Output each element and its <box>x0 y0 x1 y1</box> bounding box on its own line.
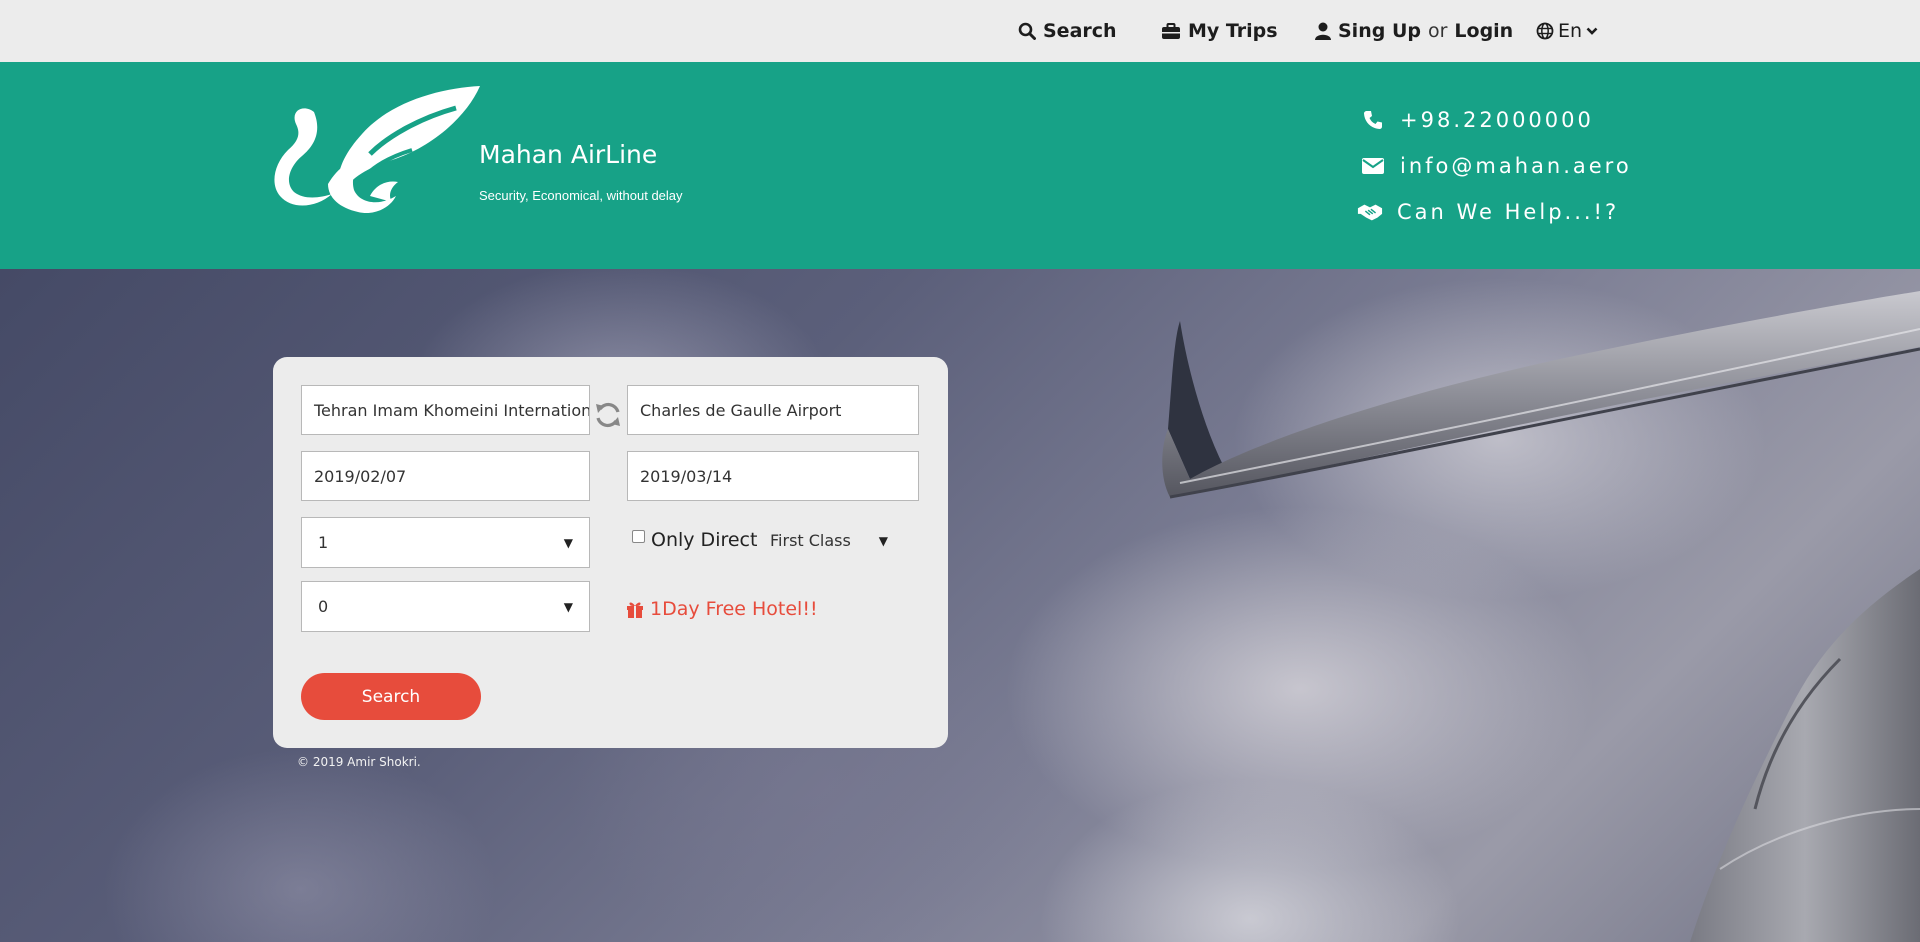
search-icon <box>1018 22 1036 40</box>
origin-value: Tehran Imam Khomeini International Airpo… <box>314 400 590 420</box>
nav-or-text: or <box>1427 20 1448 42</box>
nav-signup-label[interactable]: Sing Up <box>1338 20 1421 42</box>
globe-icon <box>1536 22 1554 40</box>
dropdown-arrow-icon: ▼ <box>563 535 573 550</box>
handshake-icon <box>1357 202 1383 222</box>
nav-search-link[interactable]: Search <box>1018 18 1117 44</box>
tagline: Security, Economical, without delay <box>479 188 683 203</box>
nav-account-link[interactable]: Sing Up or Login <box>1315 18 1513 44</box>
user-icon <box>1315 22 1331 40</box>
mahan-logo <box>274 86 480 214</box>
language-label: En <box>1558 20 1583 42</box>
nav-my-trips-link[interactable]: My Trips <box>1161 18 1278 44</box>
depart-date-input[interactable]: 2019/02/07 <box>301 451 590 501</box>
destination-value: Charles de Gaulle Airport <box>640 400 842 420</box>
top-nav: Search My Trips Sing Up or Login En <box>0 0 1920 62</box>
language-dropdown[interactable]: En <box>1536 18 1598 44</box>
promo-text: 1Day Free Hotel!! <box>650 598 818 620</box>
brand-name: Mahan AirLine <box>479 140 658 169</box>
class-value: First Class <box>770 531 851 550</box>
phone-icon <box>1360 110 1386 130</box>
swap-airports-icon[interactable] <box>593 400 623 430</box>
destination-input[interactable]: Charles de Gaulle Airport <box>627 385 919 435</box>
children-value: 0 <box>318 597 329 616</box>
nav-search-label: Search <box>1043 20 1117 42</box>
children-select[interactable]: 0 ▼ <box>301 581 590 632</box>
checkbox-box[interactable] <box>632 529 645 543</box>
search-button[interactable]: Search <box>301 673 481 720</box>
contact-phone[interactable]: +98.22000000 <box>1360 105 1594 135</box>
adults-value: 1 <box>318 533 329 552</box>
return-date-input[interactable]: 2019/03/14 <box>627 451 919 501</box>
help-text: Can We Help...!? <box>1397 200 1620 224</box>
depart-date-value: 2019/02/07 <box>314 466 407 486</box>
suitcase-icon <box>1162 22 1180 39</box>
contact-email[interactable]: info@mahan.aero <box>1360 151 1632 181</box>
email-address: info@mahan.aero <box>1400 154 1632 178</box>
dropdown-arrow-icon: ▼ <box>563 599 573 614</box>
return-date-value: 2019/03/14 <box>640 466 733 486</box>
origin-input[interactable]: Tehran Imam Khomeini International Airpo… <box>301 385 590 435</box>
dropdown-arrow-icon: ▼ <box>878 533 888 548</box>
class-select[interactable]: First Class ▼ <box>770 531 888 550</box>
only-direct-checkbox[interactable]: Only Direct <box>632 529 757 551</box>
chevron-down-icon <box>1586 27 1598 35</box>
nav-my-trips-label: My Trips <box>1188 20 1278 42</box>
gift-icon <box>627 602 643 618</box>
promo-link[interactable]: 1Day Free Hotel!! <box>626 598 818 620</box>
only-direct-label: Only Direct <box>651 529 758 551</box>
copyright-text: © 2019 Amir Shokri. <box>297 755 421 769</box>
contact-help[interactable]: Can We Help...!? <box>1357 197 1619 227</box>
adults-select[interactable]: 1 ▼ <box>301 517 590 568</box>
envelope-icon <box>1360 158 1386 174</box>
nav-login-label[interactable]: Login <box>1454 20 1513 42</box>
phone-number: +98.22000000 <box>1400 108 1594 132</box>
